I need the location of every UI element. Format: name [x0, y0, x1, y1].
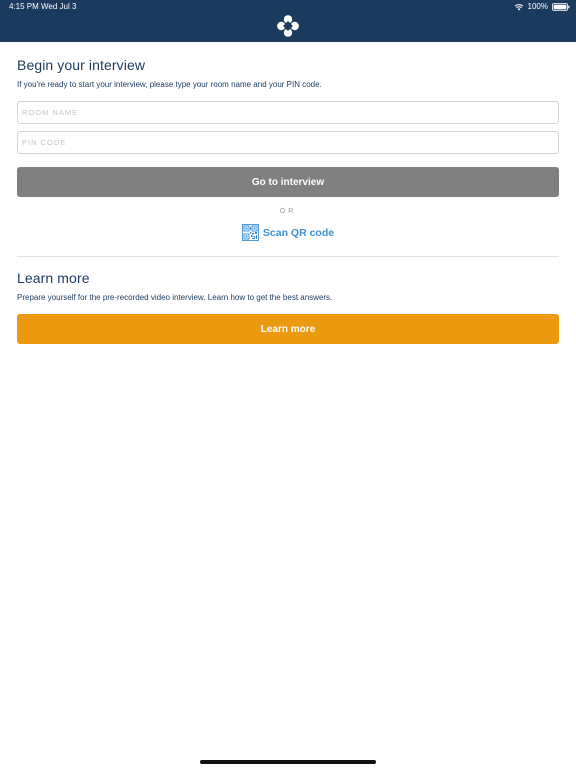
learn-more-description: Prepare yourself for the pre-recorded vi… [17, 293, 333, 302]
home-indicator[interactable] [200, 760, 376, 764]
begin-interview-title: Begin your interview [17, 57, 146, 73]
clover-logo-icon [277, 15, 299, 37]
learn-more-title: Learn more [17, 270, 90, 286]
room-name-input[interactable] [17, 101, 559, 124]
status-right: 100% [514, 2, 570, 11]
scan-qr-code-label: Scan QR code [262, 226, 335, 239]
qr-code-icon [241, 224, 259, 241]
learn-more-button[interactable]: Learn more [17, 314, 559, 344]
battery-percent: 100% [527, 2, 548, 11]
status-time: 4:15 PM Wed Jul 3 [9, 2, 77, 11]
or-separator: OR [279, 208, 297, 215]
screen: 4:15 PM Wed Jul 3 100% Begin your interv… [0, 0, 576, 768]
wifi-icon [514, 3, 523, 10]
section-divider [17, 256, 559, 257]
begin-interview-description: If you're ready to start your interview,… [17, 80, 322, 89]
pin-code-input[interactable] [17, 131, 559, 154]
battery-icon [552, 2, 570, 11]
header-bar: 4:15 PM Wed Jul 3 100% [0, 0, 576, 42]
go-to-interview-button[interactable]: Go to interview [17, 167, 559, 197]
scan-qr-code-link[interactable]: Scan QR code [17, 224, 559, 241]
